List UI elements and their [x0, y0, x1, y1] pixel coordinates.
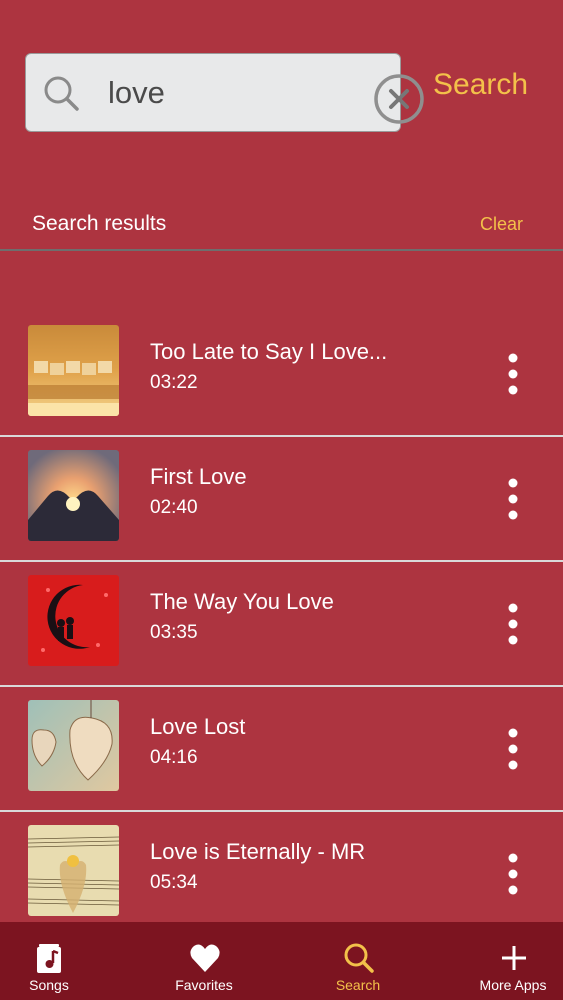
album-art-thumbnail [28, 325, 119, 416]
song-row[interactable]: First Love 02:40 [0, 437, 563, 562]
song-title: Love is Eternally - MR [150, 839, 366, 864]
search-icon [44, 76, 79, 111]
album-art-thumbnail [28, 700, 119, 791]
album-art-thumbnail [28, 825, 119, 916]
song-title: First Love [150, 464, 247, 489]
tab-more-apps[interactable]: More Apps [443, 922, 563, 1000]
more-options-icon[interactable] [496, 352, 530, 396]
song-title: The Way You Love [150, 589, 334, 614]
results-title: Search results [32, 212, 167, 235]
tab-favorites[interactable]: Favorites [134, 922, 274, 1000]
album-art-thumbnail [28, 450, 119, 541]
tab-label: More Apps [479, 977, 547, 993]
tab-bar: Songs Favorites Search More Apps [0, 922, 563, 1000]
song-duration: 03:35 [150, 622, 198, 643]
tab-label: Songs [29, 977, 69, 993]
tab-songs[interactable]: Songs [0, 922, 119, 1000]
tab-label: Favorites [175, 977, 233, 993]
more-options-icon[interactable] [496, 852, 530, 896]
song-duration: 03:22 [150, 372, 198, 393]
clear-input-icon[interactable] [372, 72, 426, 126]
song-title: Love Lost [150, 714, 246, 739]
plus-icon [502, 946, 526, 970]
song-row[interactable]: Love is Eternally - MR 05:34 [0, 812, 563, 937]
clear-results-button[interactable]: Clear [480, 214, 523, 235]
song-duration: 02:40 [150, 497, 198, 518]
search-button[interactable]: Search [433, 68, 528, 102]
more-options-icon[interactable] [496, 602, 530, 646]
search-icon [344, 943, 374, 973]
song-row[interactable]: The Way You Love 03:35 [0, 562, 563, 687]
search-bar[interactable] [25, 53, 424, 132]
song-duration: 04:16 [150, 747, 198, 768]
more-options-icon[interactable] [496, 727, 530, 771]
music-note-icon [37, 944, 61, 973]
song-row[interactable]: Too Late to Say I Love... 03:22 [0, 312, 563, 437]
song-row[interactable]: Love Lost 04:16 [0, 687, 563, 812]
results-header: Search results Clear [0, 204, 563, 251]
tab-label: Search [335, 977, 381, 993]
song-list: Too Late to Say I Love... 03:22 First Lo… [0, 312, 563, 937]
song-duration: 05:34 [150, 872, 198, 893]
song-title: Too Late to Say I Love... [150, 339, 388, 364]
heart-icon [190, 944, 220, 972]
search-input[interactable] [108, 68, 358, 118]
more-options-icon[interactable] [496, 477, 530, 521]
tab-search[interactable]: Search [288, 922, 428, 1000]
album-art-thumbnail [28, 575, 119, 666]
